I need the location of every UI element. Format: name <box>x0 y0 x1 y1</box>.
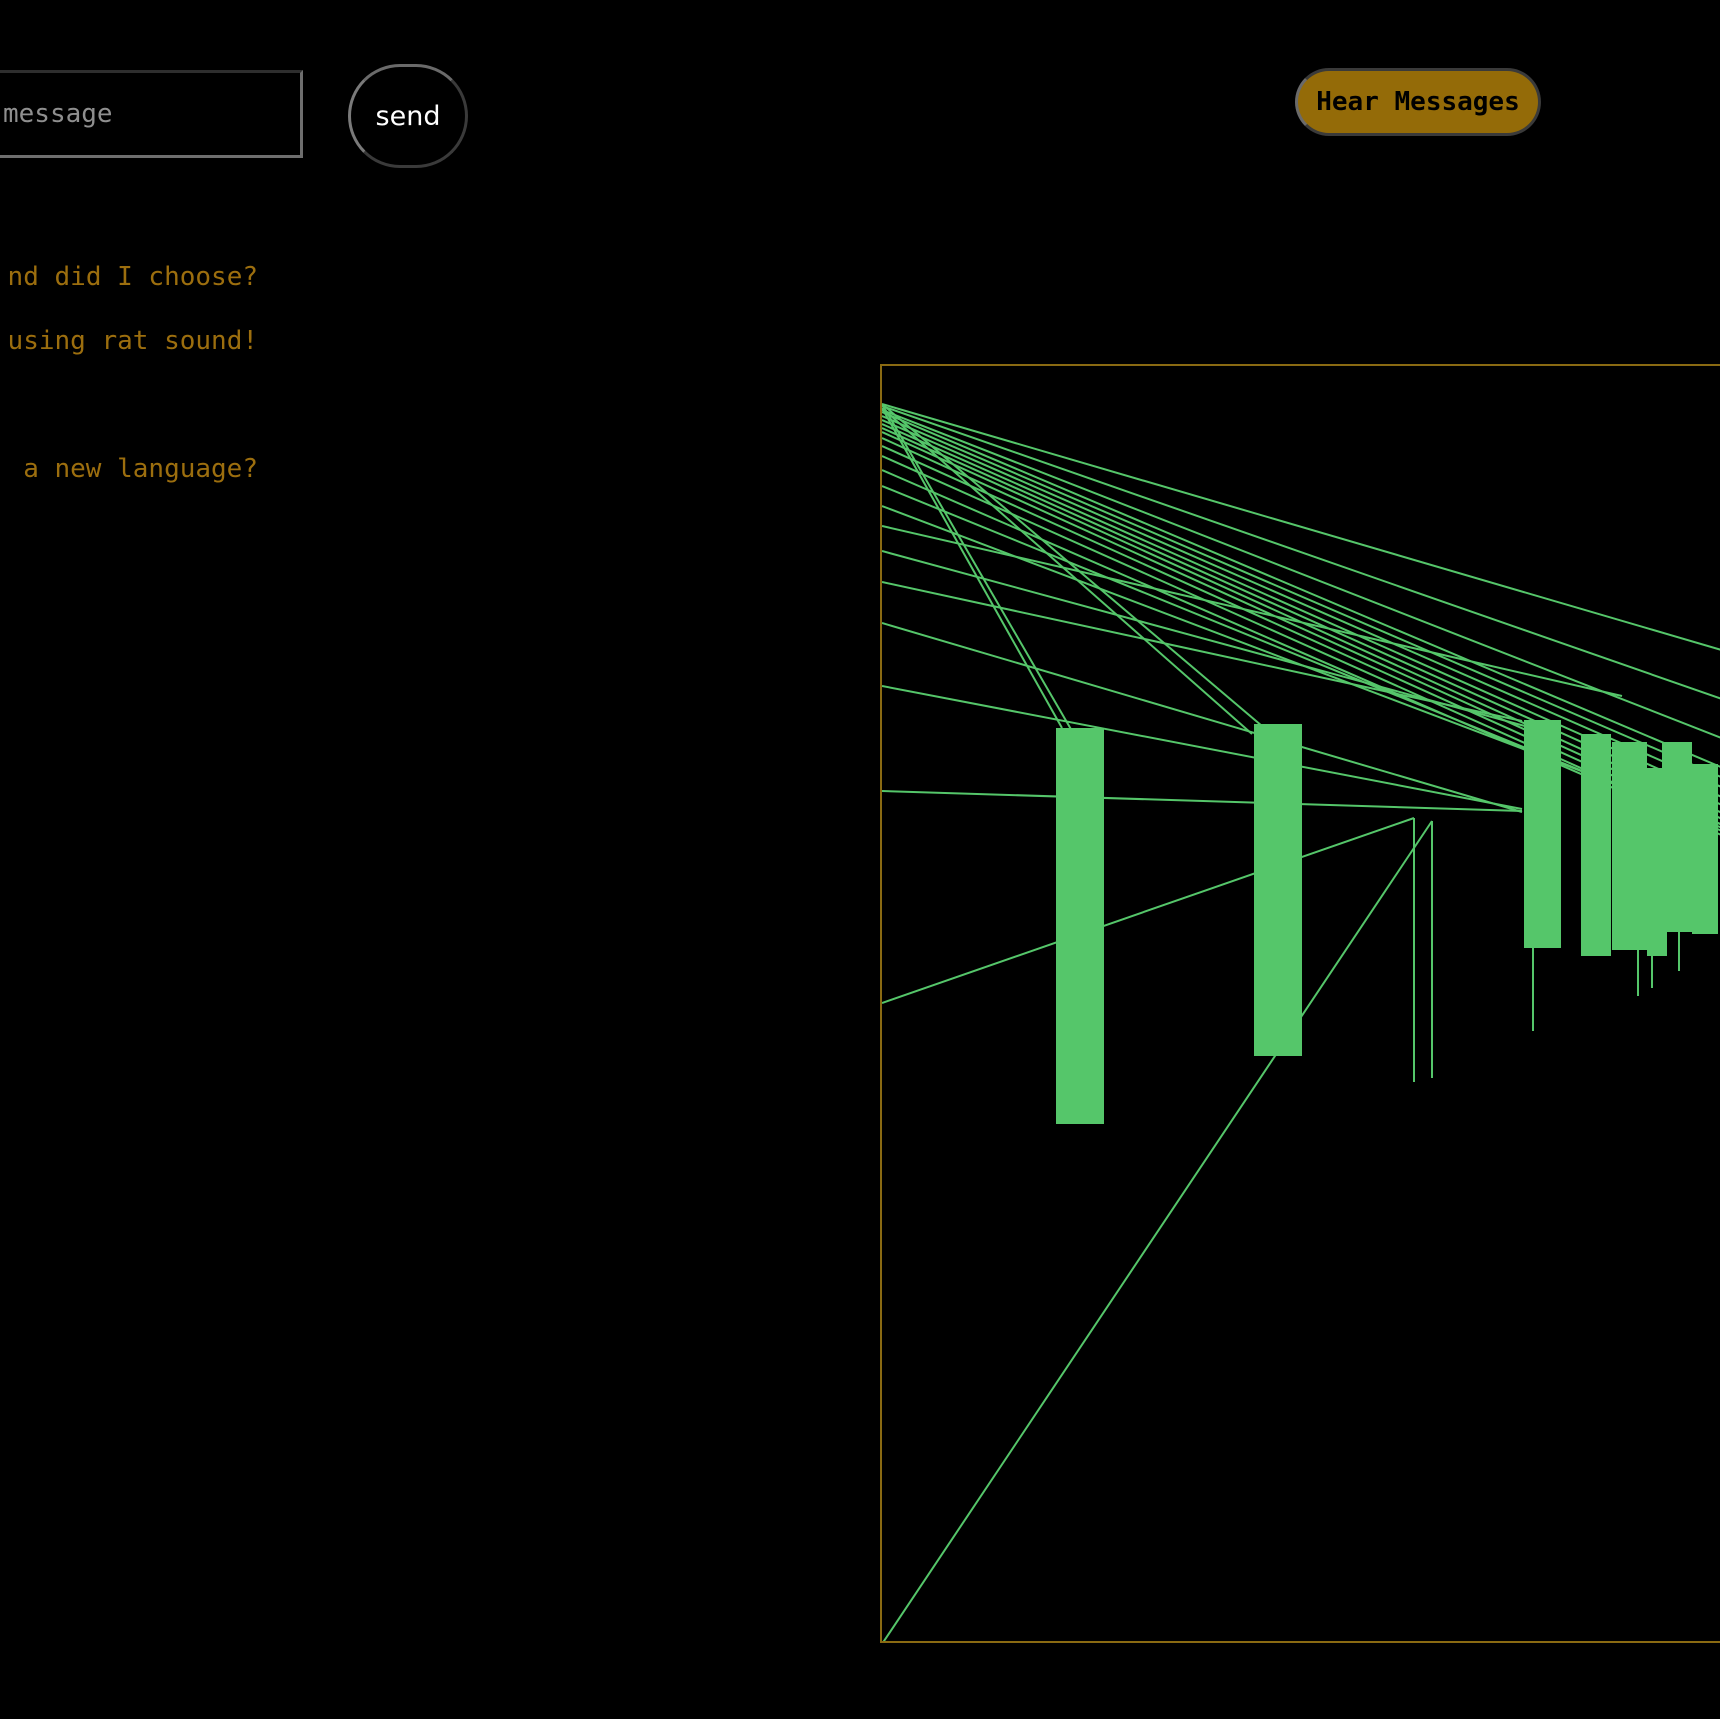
sound-visualizer <box>880 364 1720 1643</box>
message-item: using rat sound! <box>7 326 258 356</box>
visualizer-bars <box>1056 720 1718 1124</box>
message-item: a new language? <box>23 454 258 484</box>
visualizer-graphic <box>882 403 1720 1641</box>
hear-messages-button[interactable]: Hear Messages <box>1295 68 1541 136</box>
message-item <box>0 378 258 442</box>
app-page: send Hear Messages nd did I choose? usin… <box>0 0 1720 1719</box>
message-list: nd did I choose? using rat sound! a new … <box>0 250 258 506</box>
message-input[interactable] <box>0 70 303 158</box>
send-button[interactable]: send <box>348 64 468 168</box>
message-item: nd did I choose? <box>7 262 258 292</box>
